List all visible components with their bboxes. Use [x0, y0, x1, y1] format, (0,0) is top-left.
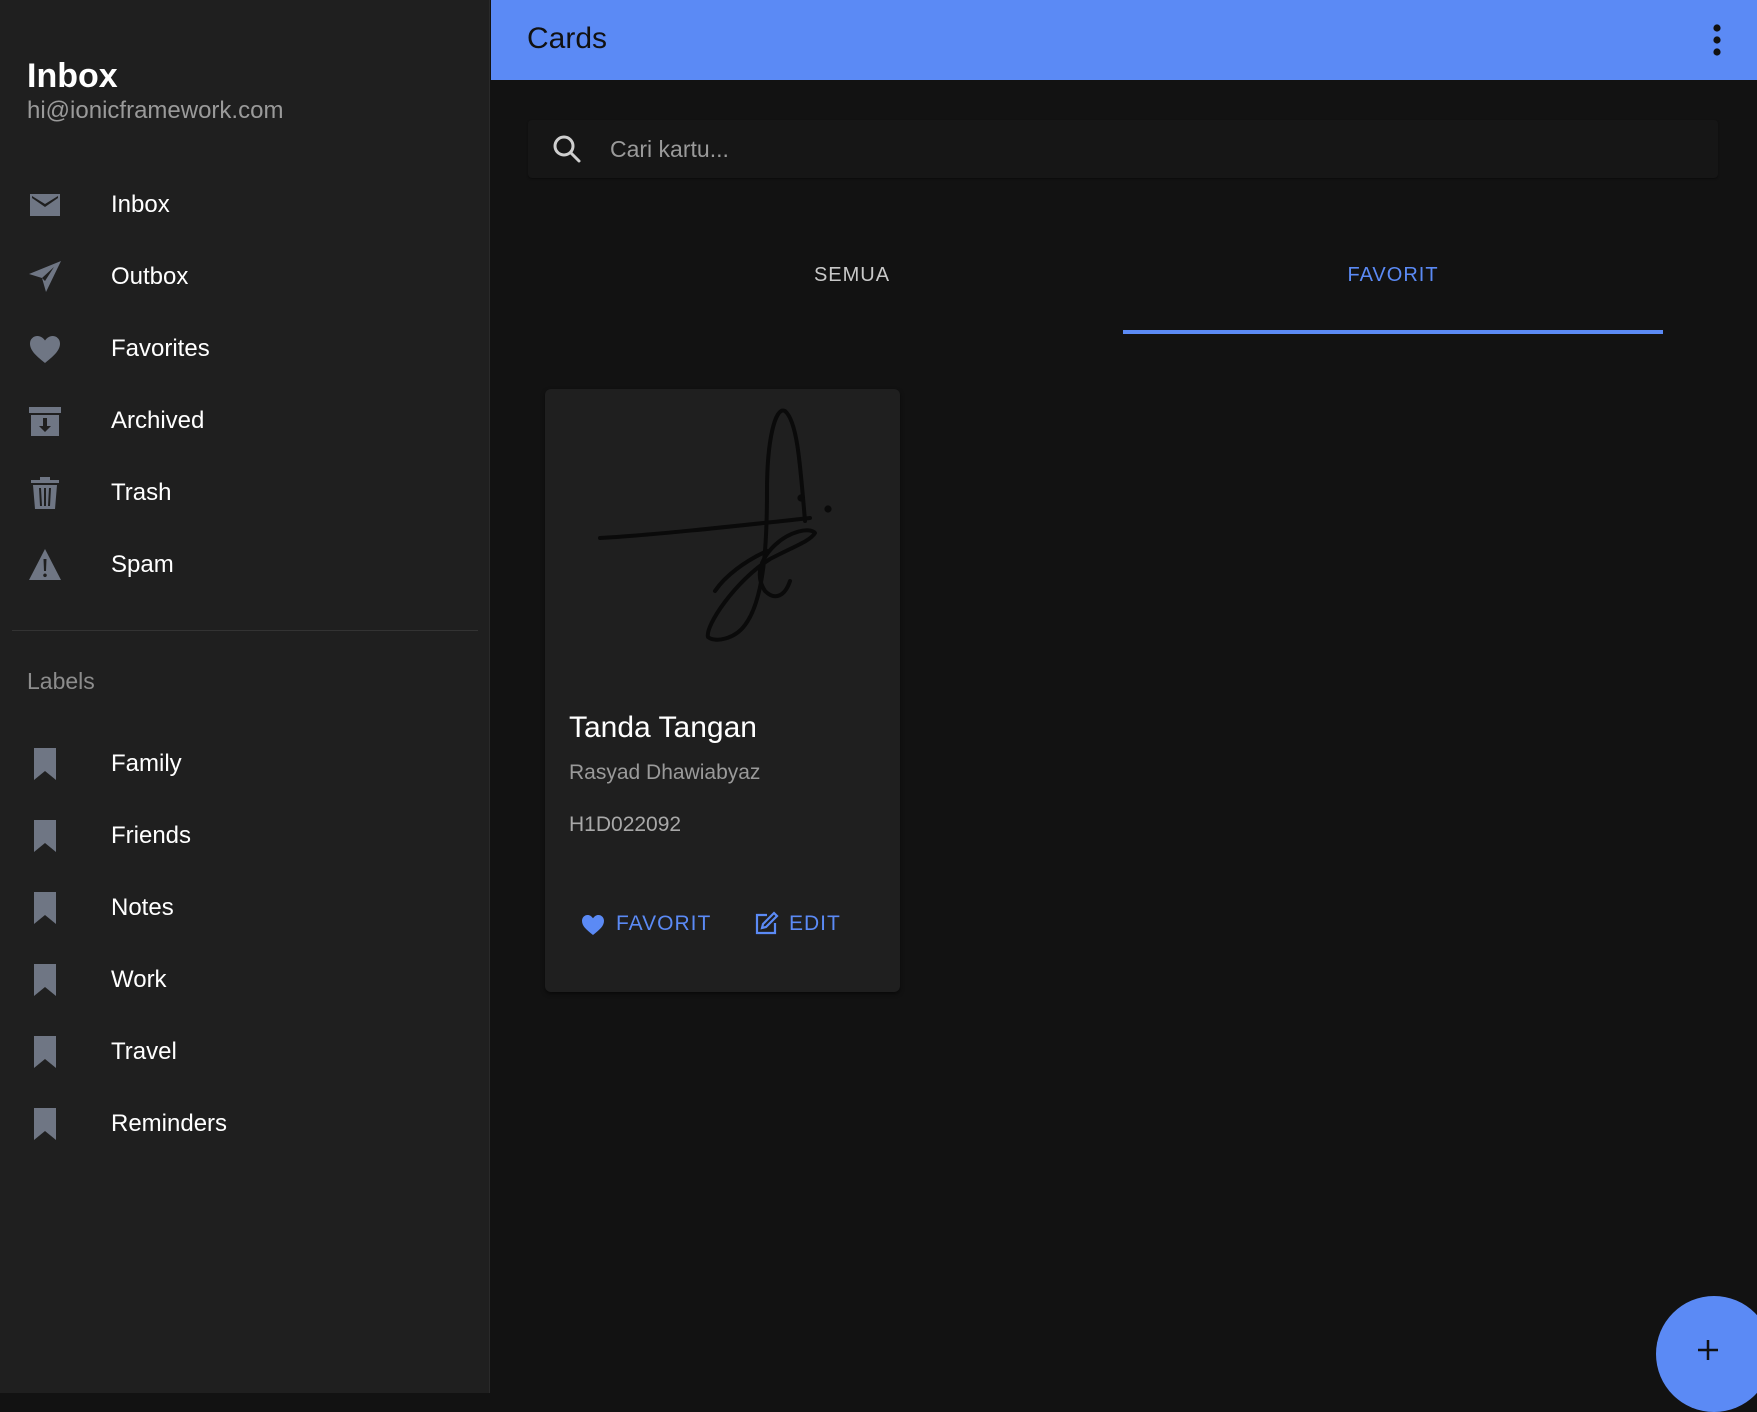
search-icon: [552, 134, 582, 164]
bookmark-icon: [27, 1034, 63, 1070]
page-title: Cards: [527, 22, 608, 55]
menu-item-archived[interactable]: Archived: [0, 385, 490, 457]
menu-item-outbox[interactable]: Outbox: [0, 241, 490, 313]
menu-header: Inbox hi@ionicframework.com: [27, 56, 283, 126]
warning-icon: [27, 547, 63, 583]
card-title: Tanda Tangan: [569, 711, 757, 744]
menu-item-label: Outbox: [111, 263, 189, 290]
heart-icon: [582, 915, 604, 935]
toolbar: Cards: [491, 0, 1757, 80]
tab-label: FAVORIT: [1347, 264, 1439, 286]
add-icon: [1698, 1340, 1718, 1360]
trash-icon: [27, 475, 63, 511]
signature-image: [595, 401, 855, 651]
menu-title: Inbox: [27, 57, 118, 95]
edit-button[interactable]: EDIT: [753, 899, 841, 949]
card-subtitle: Rasyad Dhawiabyaz: [569, 761, 761, 784]
menu-email: hi@ionicframework.com: [27, 97, 284, 124]
card-code: H1D022092: [569, 813, 682, 836]
labels-heading: Labels: [27, 668, 95, 694]
menu-item-label: Trash: [111, 479, 172, 506]
label-item-label: Reminders: [111, 1110, 228, 1137]
favorite-button-label: FAVORIT: [616, 912, 712, 935]
more-options-button[interactable]: [1695, 18, 1739, 62]
menu-item-label: Favorites: [111, 335, 210, 362]
archive-icon: [27, 403, 63, 439]
mail-icon: [27, 187, 63, 223]
add-card-button[interactable]: [1656, 1296, 1757, 1412]
menu-item-label: Spam: [111, 551, 174, 578]
edit-button-label: EDIT: [789, 912, 841, 935]
searchbar: [528, 120, 1718, 178]
favorite-button[interactable]: FAVORIT: [580, 899, 711, 949]
menu-item-spam[interactable]: Spam: [0, 529, 490, 601]
bookmark-icon: [27, 818, 63, 854]
ellipsis-vertical-icon: [1713, 24, 1721, 56]
label-item-reminders[interactable]: Reminders: [0, 1088, 490, 1160]
menu-item-label: Archived: [111, 407, 205, 434]
tab-favorit[interactable]: FAVORIT: [1123, 230, 1663, 334]
menu-divider: [12, 630, 478, 631]
label-item-family[interactable]: Family: [0, 728, 490, 800]
side-menu: Inbox hi@ionicframework.com Inbox Outbox…: [0, 0, 490, 1393]
active-tab-indicator: [1123, 330, 1663, 334]
label-item-label: Family: [111, 750, 182, 777]
menu-item-inbox[interactable]: Inbox: [0, 169, 490, 241]
label-item-label: Travel: [111, 1038, 177, 1065]
bookmark-icon: [27, 1106, 63, 1142]
card: Tanda Tangan Rasyad Dhawiabyaz H1D022092…: [545, 389, 900, 992]
label-item-work[interactable]: Work: [0, 944, 490, 1016]
menu-item-trash[interactable]: Trash: [0, 457, 490, 529]
menu-item-label: Inbox: [111, 191, 170, 218]
heart-icon: [27, 331, 63, 367]
menu-item-favorites[interactable]: Favorites: [0, 313, 490, 385]
label-item-label: Friends: [111, 822, 192, 849]
paper-plane-icon: [27, 259, 63, 295]
label-item-travel[interactable]: Travel: [0, 1016, 490, 1088]
bookmark-icon: [27, 746, 63, 782]
bookmark-icon: [27, 962, 63, 998]
bookmark-icon: [27, 890, 63, 926]
label-item-label: Notes: [111, 894, 174, 921]
tab-label: SEMUA: [813, 264, 891, 286]
tab-semua[interactable]: SEMUA: [582, 230, 1122, 334]
edit-icon: [755, 911, 779, 935]
label-item-friends[interactable]: Friends: [0, 800, 490, 872]
search-input[interactable]: [608, 120, 1698, 178]
label-item-notes[interactable]: Notes: [0, 872, 490, 944]
label-item-label: Work: [111, 966, 167, 993]
